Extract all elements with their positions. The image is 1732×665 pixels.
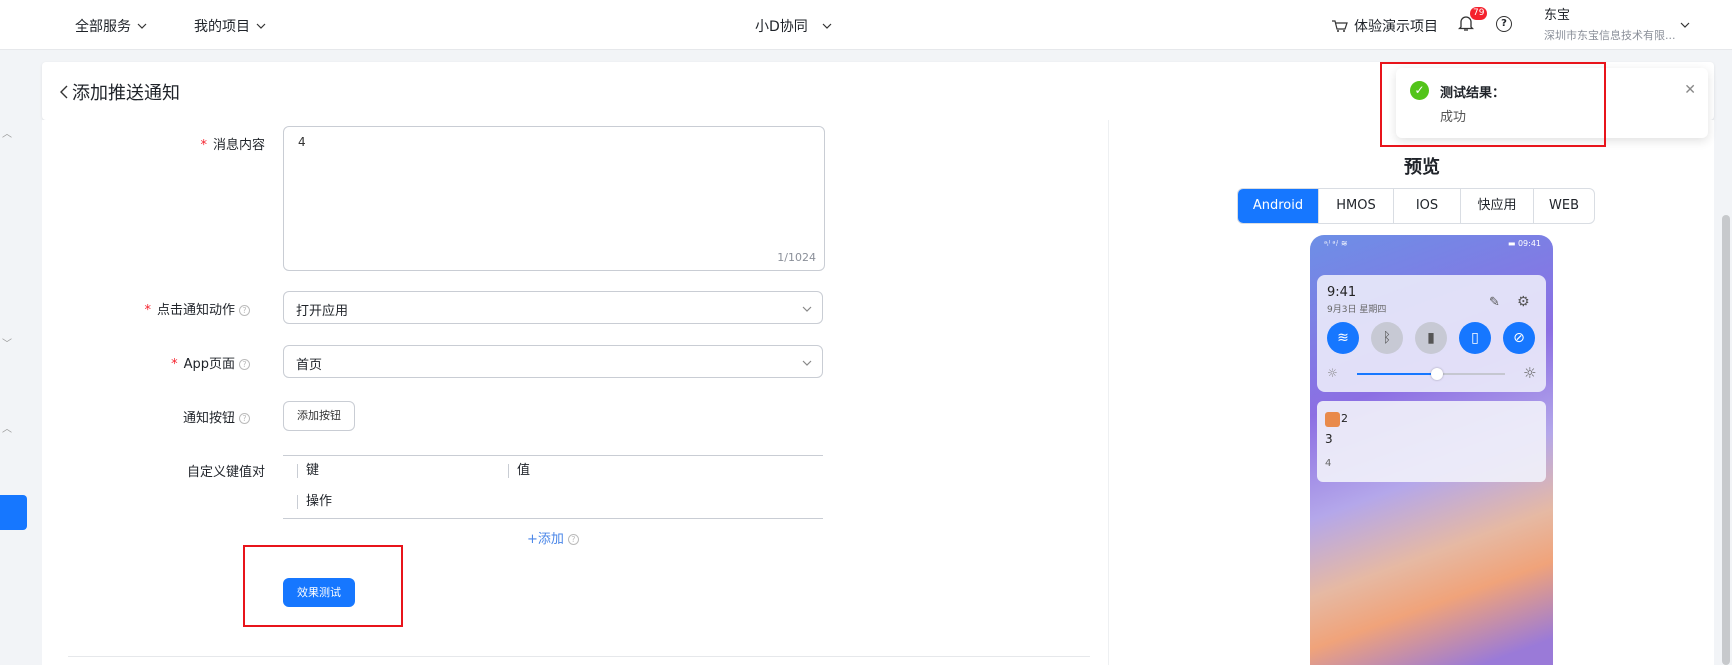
left-rail: ︿ ﹀ ︿ <box>0 50 30 665</box>
app-page-select[interactable]: 首页 <box>283 345 823 378</box>
bluetooth-icon: ᛒ <box>1371 322 1403 354</box>
cart-icon <box>1332 20 1348 32</box>
add-kv-link[interactable]: +添加? <box>527 528 579 547</box>
chevron-down-icon[interactable] <box>1680 20 1690 30</box>
kv-column-key: 键 <box>297 464 319 478</box>
help-icon[interactable]: ? <box>239 305 250 316</box>
flashlight-icon: ▮ <box>1415 322 1447 354</box>
help-icon[interactable]: ? <box>1496 16 1512 32</box>
control-center: 9:41 9月3日 星期四 ✎ ⚙ ≋ ᛒ ▮ ▯ ⊘ ☼ ☼ <box>1317 275 1546 392</box>
my-projects-label: 我的项目 <box>194 19 250 35</box>
chevron-left-icon <box>60 85 68 99</box>
notify-button-label: 通知按钮? <box>30 407 250 426</box>
workspace-switcher[interactable]: 小D协同 <box>755 16 832 36</box>
rail-active-item[interactable] <box>0 495 27 530</box>
all-services-label: 全部服务 <box>75 19 131 35</box>
kv-label: 自定义键值对 <box>186 465 265 480</box>
chevron-down-icon <box>802 306 812 312</box>
workspace-label: 小D协同 <box>755 19 808 35</box>
phone-time: 9:41 <box>1327 285 1357 300</box>
vibrate-icon: ▯ <box>1459 322 1491 354</box>
phone-status-right: ▬ 09:41 <box>1507 239 1541 248</box>
platform-tabs: Android HMOS IOS 快应用 WEB <box>1237 188 1595 224</box>
user-name[interactable]: 东宝 <box>1544 4 1570 23</box>
highlight-box <box>243 545 403 627</box>
click-action-select[interactable]: 打开应用 <box>283 291 823 324</box>
chevron-down-icon <box>256 23 266 29</box>
kv-column-action: 操作 <box>297 495 332 509</box>
tab-quickapp[interactable]: 快应用 <box>1461 189 1534 223</box>
kv-table: 键 值 操作 <box>283 455 823 519</box>
notify-button-label-text: 通知按钮 <box>182 411 235 426</box>
tab-ios[interactable]: IOS <box>1394 189 1461 223</box>
notification-count-badge: 79 <box>1470 7 1488 20</box>
chevron-down-icon[interactable]: ﹀ <box>2 335 12 350</box>
required-mark: * <box>200 138 207 153</box>
highlight-box <box>1380 62 1606 147</box>
wifi-icon: ≋ <box>1327 322 1359 354</box>
user-organization: 深圳市东宝信息技术有限... <box>1544 29 1676 42</box>
app-icon <box>1325 412 1340 427</box>
demo-project-link[interactable]: 体验演示项目 <box>1331 16 1438 36</box>
message-content-value: 4 <box>298 135 306 149</box>
chevron-down-icon <box>137 23 147 29</box>
app-page-label: * App页面? <box>30 353 250 372</box>
add-kv-label: +添加 <box>527 532 564 547</box>
tab-web[interactable]: WEB <box>1534 189 1594 223</box>
close-icon[interactable]: ✕ <box>1684 82 1696 98</box>
required-mark: * <box>144 303 151 318</box>
top-navbar: 全部服务 我的项目 小D协同 体验演示项目 79 ? 东宝 深圳市东宝信息技术有… <box>0 0 1732 50</box>
brightness-fill <box>1357 373 1437 375</box>
phone-date: 9月3日 星期四 <box>1327 305 1387 315</box>
scrollbar[interactable] <box>1722 215 1730 665</box>
page-title: 添加推送通知 <box>72 83 180 104</box>
rotation-lock-icon: ⊘ <box>1503 322 1535 354</box>
chevron-up-icon[interactable]: ︿ <box>2 125 12 140</box>
brightness-low-icon: ☼ <box>1327 366 1338 380</box>
help-icon[interactable]: ? <box>239 413 250 424</box>
message-content-textarea[interactable]: 4 1/1024 <box>283 126 825 271</box>
gear-icon: ⚙ <box>1517 294 1530 310</box>
tab-android[interactable]: Android <box>1238 189 1319 223</box>
click-action-label: * 点击通知动作? <box>30 299 250 318</box>
notification-card: 2 3 4 <box>1317 401 1546 482</box>
phone-status-left: ᵃᵢˡ ᵃᵢˡ ≋ <box>1324 239 1348 248</box>
chevron-down-icon <box>822 23 832 29</box>
message-content-label: * 消息内容 <box>45 134 265 153</box>
notification-title: 2 <box>1341 412 1348 425</box>
all-services-menu[interactable]: 全部服务 <box>75 16 147 36</box>
help-icon[interactable]: ? <box>239 359 250 370</box>
my-projects-menu[interactable]: 我的项目 <box>194 16 266 36</box>
char-counter: 1/1024 <box>777 251 816 264</box>
app-page-label-text: App页面 <box>183 357 235 372</box>
required-mark: * <box>171 357 178 372</box>
phone-preview: ᵃᵢˡ ᵃᵢˡ ≋ ▬ 09:41 9:41 9月3日 星期四 ✎ ⚙ ≋ ᛒ … <box>1310 235 1553 665</box>
chevron-down-icon <box>802 360 812 366</box>
app-page-value: 首页 <box>296 358 323 373</box>
click-action-value: 打开应用 <box>296 304 349 319</box>
notification-content: 4 <box>1325 458 1332 469</box>
notification-body: 3 <box>1325 432 1333 446</box>
add-notify-button[interactable]: 添加按钮 <box>283 401 355 431</box>
click-action-label-text: 点击通知动作 <box>156 303 235 318</box>
brightness-high-icon: ☼ <box>1523 364 1537 382</box>
back-button[interactable]: 添加推送通知 <box>58 79 180 105</box>
demo-project-label: 体验演示项目 <box>1354 19 1438 35</box>
help-icon[interactable]: ? <box>567 534 579 545</box>
tab-hmos[interactable]: HMOS <box>1319 189 1394 223</box>
message-content-label-text: 消息内容 <box>212 138 265 153</box>
kv-column-value: 值 <box>508 464 530 478</box>
brightness-knob <box>1431 368 1443 380</box>
preview-title: 预览 <box>1404 157 1440 178</box>
edit-icon: ✎ <box>1489 295 1500 310</box>
divider <box>68 656 1090 657</box>
chevron-up-icon[interactable]: ︿ <box>2 420 12 435</box>
